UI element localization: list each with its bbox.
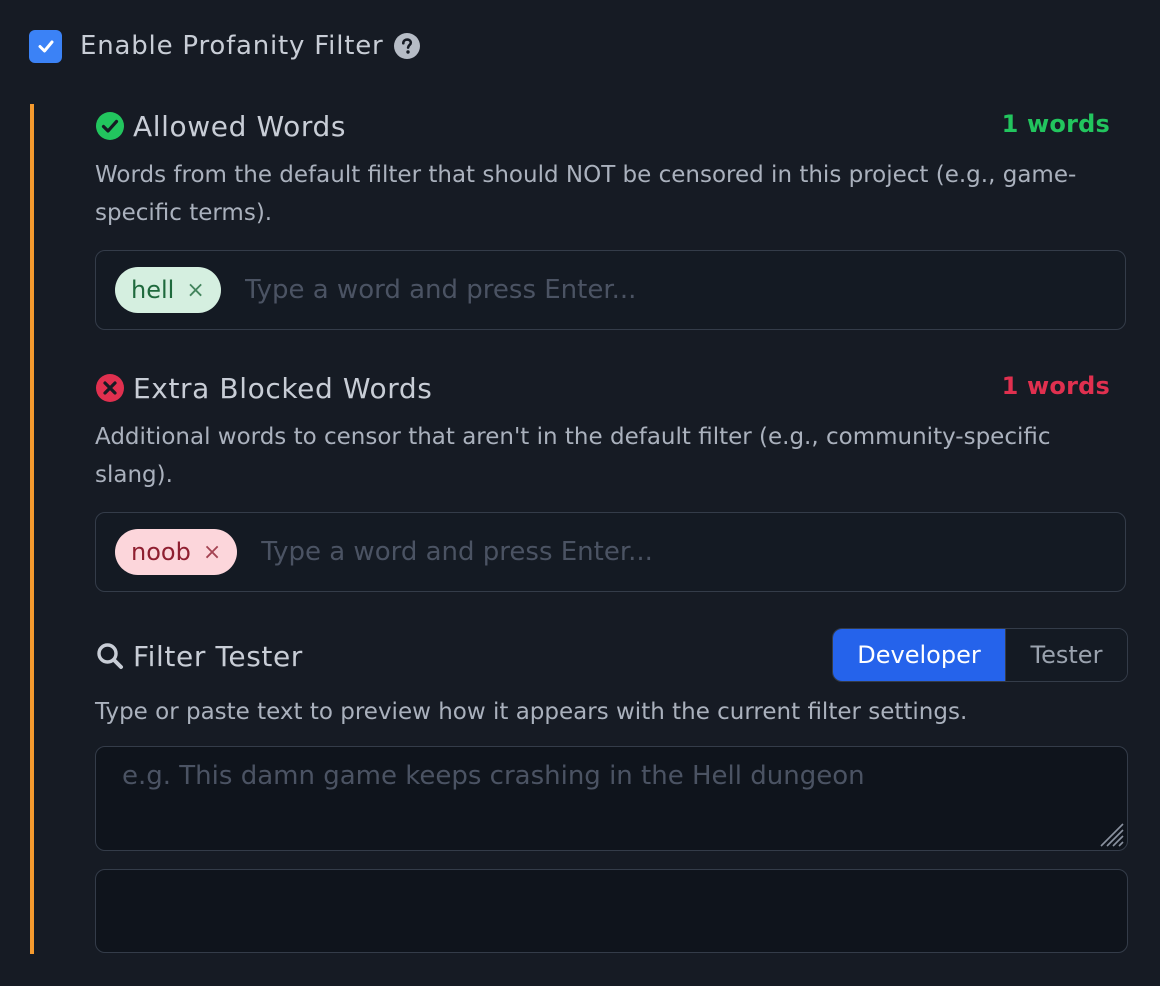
- tester-textarea-box: [95, 746, 1128, 851]
- blocked-words-input[interactable]: [259, 536, 1125, 568]
- blocked-words-description: Additional words to censor that aren't i…: [95, 424, 1051, 488]
- tester-output-box: [95, 869, 1128, 953]
- checkmark-icon: [38, 40, 53, 53]
- search-icon: [97, 643, 123, 669]
- blocked-word-tag: noob ×: [115, 529, 238, 575]
- allowed-words-title: Allowed Words: [133, 109, 347, 143]
- allowed-words-input[interactable]: [242, 274, 1125, 306]
- blocked-words-input-box[interactable]: noob ×: [95, 512, 1126, 592]
- remove-tag-button[interactable]: ×: [186, 278, 204, 303]
- developer-mode-button[interactable]: Developer: [833, 629, 1005, 681]
- filter-tester-header: Filter Tester Developer Tester: [95, 628, 1128, 682]
- allowed-words-section: Allowed Words 1 words Words from the def…: [95, 106, 1128, 330]
- tester-input[interactable]: [96, 747, 1127, 850]
- section-accent-bar: [30, 104, 34, 954]
- allowed-words-header: Allowed Words 1 words: [95, 106, 1128, 146]
- remove-tag-button[interactable]: ×: [203, 540, 221, 565]
- allowed-words-input-box[interactable]: hell ×: [95, 250, 1126, 330]
- check-circle-icon: [96, 112, 124, 140]
- blocked-words-title: Extra Blocked Words: [133, 371, 433, 405]
- enable-profanity-filter-row: Enable Profanity Filter: [29, 27, 420, 65]
- x-circle-icon: [96, 374, 124, 402]
- resize-grip-icon[interactable]: [1098, 821, 1124, 847]
- mode-toggle: Developer Tester: [832, 628, 1128, 682]
- allowed-words-count: 1 words: [1001, 110, 1110, 138]
- help-circle-icon[interactable]: [393, 33, 420, 59]
- filter-tester-description: Type or paste text to preview how it app…: [95, 699, 968, 725]
- filter-tester-section: Filter Tester Developer Tester Type or p…: [95, 628, 1128, 731]
- blocked-words-count: 1 words: [1001, 372, 1110, 400]
- enable-filter-label[interactable]: Enable Profanity Filter: [80, 31, 384, 61]
- enable-filter-checkbox[interactable]: [29, 29, 62, 63]
- allowed-word-tag: hell ×: [115, 267, 221, 313]
- tag-label: hell: [131, 276, 175, 304]
- allowed-words-description: Words from the default filter that shoul…: [95, 162, 1077, 226]
- filter-tester-title: Filter Tester: [133, 639, 303, 673]
- tag-label: noob: [131, 538, 191, 566]
- tester-mode-button[interactable]: Tester: [1005, 629, 1127, 681]
- blocked-words-header: Extra Blocked Words 1 words: [95, 368, 1128, 408]
- blocked-words-section: Extra Blocked Words 1 words Additional w…: [95, 368, 1128, 592]
